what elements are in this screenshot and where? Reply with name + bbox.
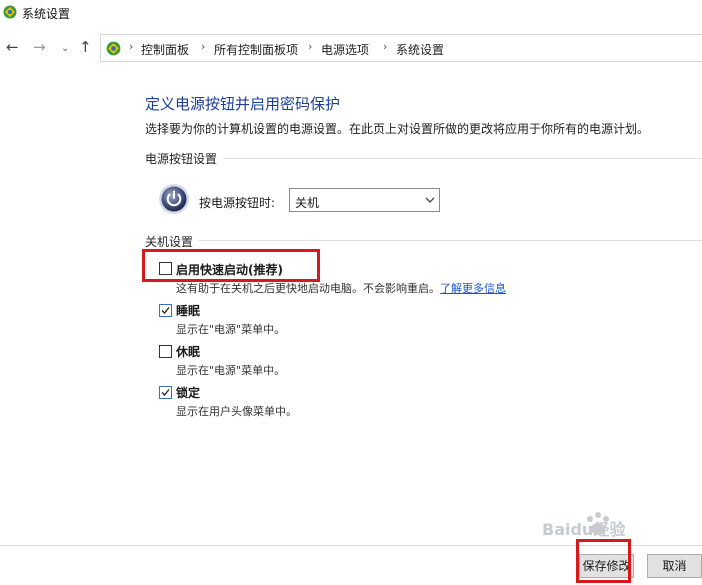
recent-chevron-down-icon[interactable]: ⌄ <box>61 41 69 57</box>
address-bar[interactable]: › 控制面板 › 所有控制面板项 › 电源选项 › 系统设置 <box>100 34 702 62</box>
up-arrow-icon[interactable]: ↑ <box>79 39 92 55</box>
group-divider <box>145 240 702 241</box>
power-action-dropdown[interactable]: 关机 <box>289 188 440 212</box>
forward-arrow-icon[interactable]: → <box>33 39 46 55</box>
hibernate-checkbox[interactable] <box>159 345 172 358</box>
lock-checkbox[interactable] <box>159 386 172 399</box>
sleep-label[interactable]: 睡眠 <box>176 302 200 319</box>
power-button-icon <box>159 184 189 214</box>
window-title: 系统设置 <box>22 7 71 21</box>
breadcrumb-control-panel[interactable]: 控制面板 <box>141 41 189 58</box>
group-divider <box>145 158 702 159</box>
navigation-bar: ← → ⌄ ↑ › 控制面板 › 所有控制面板项 › 电源选项 › 系统设置 <box>0 34 702 62</box>
power-button-label: 按电源按钮时: <box>199 196 276 210</box>
back-arrow-icon[interactable]: ← <box>6 39 19 55</box>
title-bar: 系统设置 <box>0 0 702 26</box>
control-panel-icon <box>106 41 121 56</box>
sleep-checkbox[interactable] <box>159 304 172 317</box>
save-button-highlight <box>576 539 631 583</box>
checkmark-icon <box>161 307 170 314</box>
power-action-selected: 关机 <box>295 196 320 210</box>
breadcrumb-power-options[interactable]: 电源选项 <box>321 41 369 58</box>
hibernate-description: 显示在"电源"菜单中。 <box>176 364 286 377</box>
chevron-down-icon <box>425 197 435 203</box>
svg-text:Baidu经验: Baidu经验 <box>542 520 626 539</box>
checkmark-icon <box>161 389 170 396</box>
breadcrumb-separator-icon: › <box>201 40 206 53</box>
lock-description: 显示在用户头像菜单中。 <box>176 405 297 418</box>
breadcrumb-separator-icon: › <box>308 40 313 53</box>
cancel-button[interactable]: 取消 <box>647 554 702 578</box>
page-description: 选择要为你的计算机设置的电源设置。在此页上对设置所做的更改将应用于你所有的电源计… <box>145 122 650 136</box>
fast-startup-description-text: 这有助于在关机之后更快地启动电脑。不会影响重启。 <box>176 282 440 295</box>
fast-startup-highlight <box>142 249 320 282</box>
breadcrumb-system-settings[interactable]: 系统设置 <box>396 41 444 58</box>
power-button-group-label: 电源按钮设置 <box>145 150 224 167</box>
sleep-description: 显示在"电源"菜单中。 <box>176 323 286 336</box>
shutdown-group-label: 关机设置 <box>145 233 200 250</box>
system-settings-icon <box>3 5 17 19</box>
page-title: 定义电源按钮并启用密码保护 <box>145 95 341 113</box>
lock-label[interactable]: 锁定 <box>176 384 200 401</box>
breadcrumb-separator-icon: › <box>129 40 134 53</box>
breadcrumb-all-items[interactable]: 所有控制面板项 <box>214 41 298 58</box>
learn-more-link[interactable]: 了解更多信息 <box>440 282 506 295</box>
fast-startup-description: 这有助于在关机之后更快地启动电脑。不会影响重启。了解更多信息 <box>176 280 506 296</box>
breadcrumb-separator-icon: › <box>383 40 388 53</box>
hibernate-label[interactable]: 休眠 <box>176 343 200 360</box>
